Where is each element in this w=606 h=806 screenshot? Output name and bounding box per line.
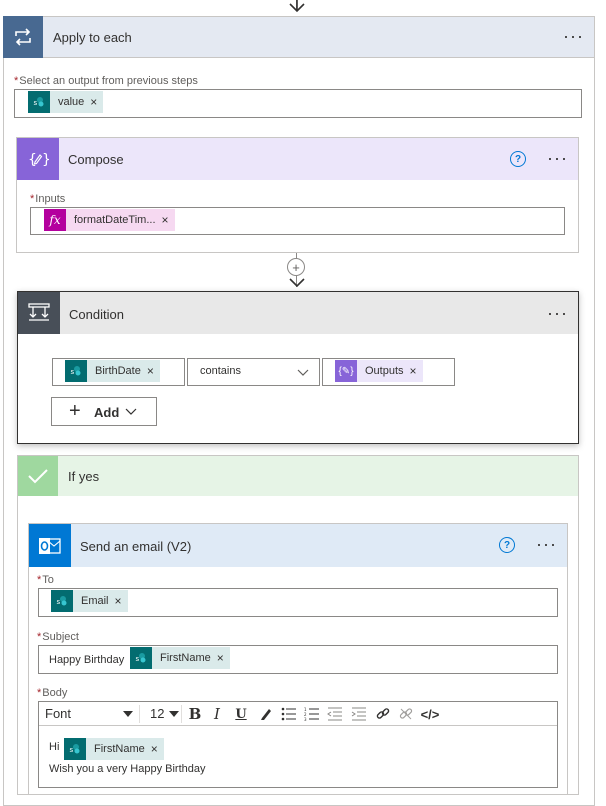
unlink-icon[interactable]: [397, 705, 415, 723]
value-token[interactable]: s value ×: [28, 91, 104, 113]
compose-icon: {}: [17, 138, 59, 180]
svg-text:s: s: [136, 655, 140, 663]
bold-button[interactable]: B: [186, 705, 204, 723]
to-label: *To: [37, 574, 54, 586]
condition-icon: [18, 292, 60, 334]
email-token-remove-icon[interactable]: ×: [115, 594, 128, 608]
compose-title: Compose: [68, 152, 124, 167]
caret-down-icon: [123, 711, 133, 717]
expression-token-label: formatDateTim...: [74, 214, 156, 226]
body-firstname-token[interactable]: s FirstName ×: [64, 738, 164, 760]
email-token[interactable]: s Email ×: [51, 590, 128, 612]
body-toolbar-divider: [39, 725, 557, 726]
svg-text:}: }: [42, 152, 49, 168]
size-select-value: 12: [150, 706, 165, 721]
value-token-remove-icon[interactable]: ×: [90, 95, 103, 109]
if-yes-header[interactable]: [18, 456, 578, 496]
body-firstname-token-label: FirstName: [94, 743, 145, 755]
email-token-label: Email: [81, 595, 109, 607]
birthdate-token[interactable]: s BirthDate ×: [65, 360, 160, 382]
send-email-title: Send an email (V2): [80, 539, 192, 554]
if-yes-icon: [18, 456, 58, 496]
body-label: *Body: [37, 687, 68, 699]
operator-value: contains: [200, 365, 241, 377]
font-select-value: Font: [45, 706, 72, 721]
condition-title: Condition: [69, 307, 124, 322]
expression-token[interactable]: fx formatDateTim... ×: [44, 209, 175, 231]
sharepoint-icon: s: [130, 647, 152, 669]
subject-text: Happy Birthday: [49, 654, 125, 666]
svg-text:s: s: [57, 598, 61, 606]
loop-icon: [3, 16, 43, 58]
apply-to-each-more-icon[interactable]: ···: [563, 27, 584, 45]
arrow-down-icon: [289, 278, 305, 288]
add-button-label: Add: [94, 405, 120, 420]
select-output-label: *Select an output from previous steps: [14, 75, 198, 87]
sharepoint-icon: s: [65, 360, 87, 382]
compose-help-icon[interactable]: ?: [510, 151, 526, 167]
svg-text:s: s: [71, 368, 75, 376]
firstname-token[interactable]: s FirstName ×: [130, 647, 230, 669]
birthdate-token-label: BirthDate: [95, 365, 141, 377]
birthdate-token-remove-icon[interactable]: ×: [147, 364, 160, 378]
firstname-token-remove-icon[interactable]: ×: [217, 651, 230, 665]
body-line2-text: Wish you a very Happy Birthday: [49, 763, 206, 775]
increase-indent-icon[interactable]: [350, 705, 368, 723]
firstname-token-label: FirstName: [160, 652, 211, 664]
chevron-down-icon: [125, 408, 137, 415]
apply-to-each-title: Apply to each: [53, 30, 132, 45]
decrease-indent-icon[interactable]: [326, 705, 344, 723]
send-email-more-icon[interactable]: ···: [536, 535, 557, 553]
sharepoint-icon: s: [51, 590, 73, 612]
sharepoint-icon: s: [64, 738, 86, 760]
insert-step-plus-icon[interactable]: +: [287, 258, 305, 276]
underline-button[interactable]: U: [232, 705, 250, 723]
expression-token-remove-icon[interactable]: ×: [162, 213, 175, 227]
outputs-token-remove-icon[interactable]: ×: [410, 364, 423, 378]
svg-text:s: s: [34, 99, 38, 107]
size-select[interactable]: 12: [146, 705, 182, 723]
link-icon[interactable]: [374, 705, 392, 723]
plus-icon: +: [69, 400, 81, 422]
sharepoint-icon: s: [28, 91, 50, 113]
svg-text:s: s: [70, 746, 74, 754]
compose-more-icon[interactable]: ···: [547, 149, 568, 167]
add-button[interactable]: + Add: [51, 397, 157, 426]
italic-button[interactable]: I: [208, 705, 226, 723]
subject-label: *Subject: [37, 631, 79, 643]
font-select[interactable]: Font: [41, 705, 140, 723]
fx-icon: fx: [44, 209, 66, 231]
body-firstname-token-remove-icon[interactable]: ×: [151, 742, 164, 756]
arrow-down-icon: [289, 0, 305, 13]
outlook-icon: [29, 524, 71, 567]
inputs-label: *Inputs: [30, 193, 66, 205]
if-yes-title: If yes: [68, 469, 100, 484]
numbered-list-icon[interactable]: 123: [303, 705, 321, 723]
condition-more-icon[interactable]: ···: [547, 304, 568, 322]
svg-text:3: 3: [304, 717, 307, 721]
send-email-help-icon[interactable]: ?: [499, 537, 515, 553]
bullet-list-icon[interactable]: [280, 705, 298, 723]
outputs-token[interactable]: {✎} Outputs ×: [335, 360, 423, 382]
svg-text:{: {: [28, 152, 37, 168]
highlight-icon[interactable]: [257, 705, 275, 723]
operator-select[interactable]: contains: [187, 358, 320, 386]
body-hi-text: Hi: [49, 741, 60, 753]
caret-down-icon: [169, 711, 179, 717]
compose-icon: {✎}: [335, 360, 357, 382]
outputs-token-label: Outputs: [365, 365, 404, 377]
value-token-label: value: [58, 96, 85, 108]
code-view-button[interactable]: </>: [420, 705, 440, 723]
chevron-down-icon: [297, 369, 309, 376]
